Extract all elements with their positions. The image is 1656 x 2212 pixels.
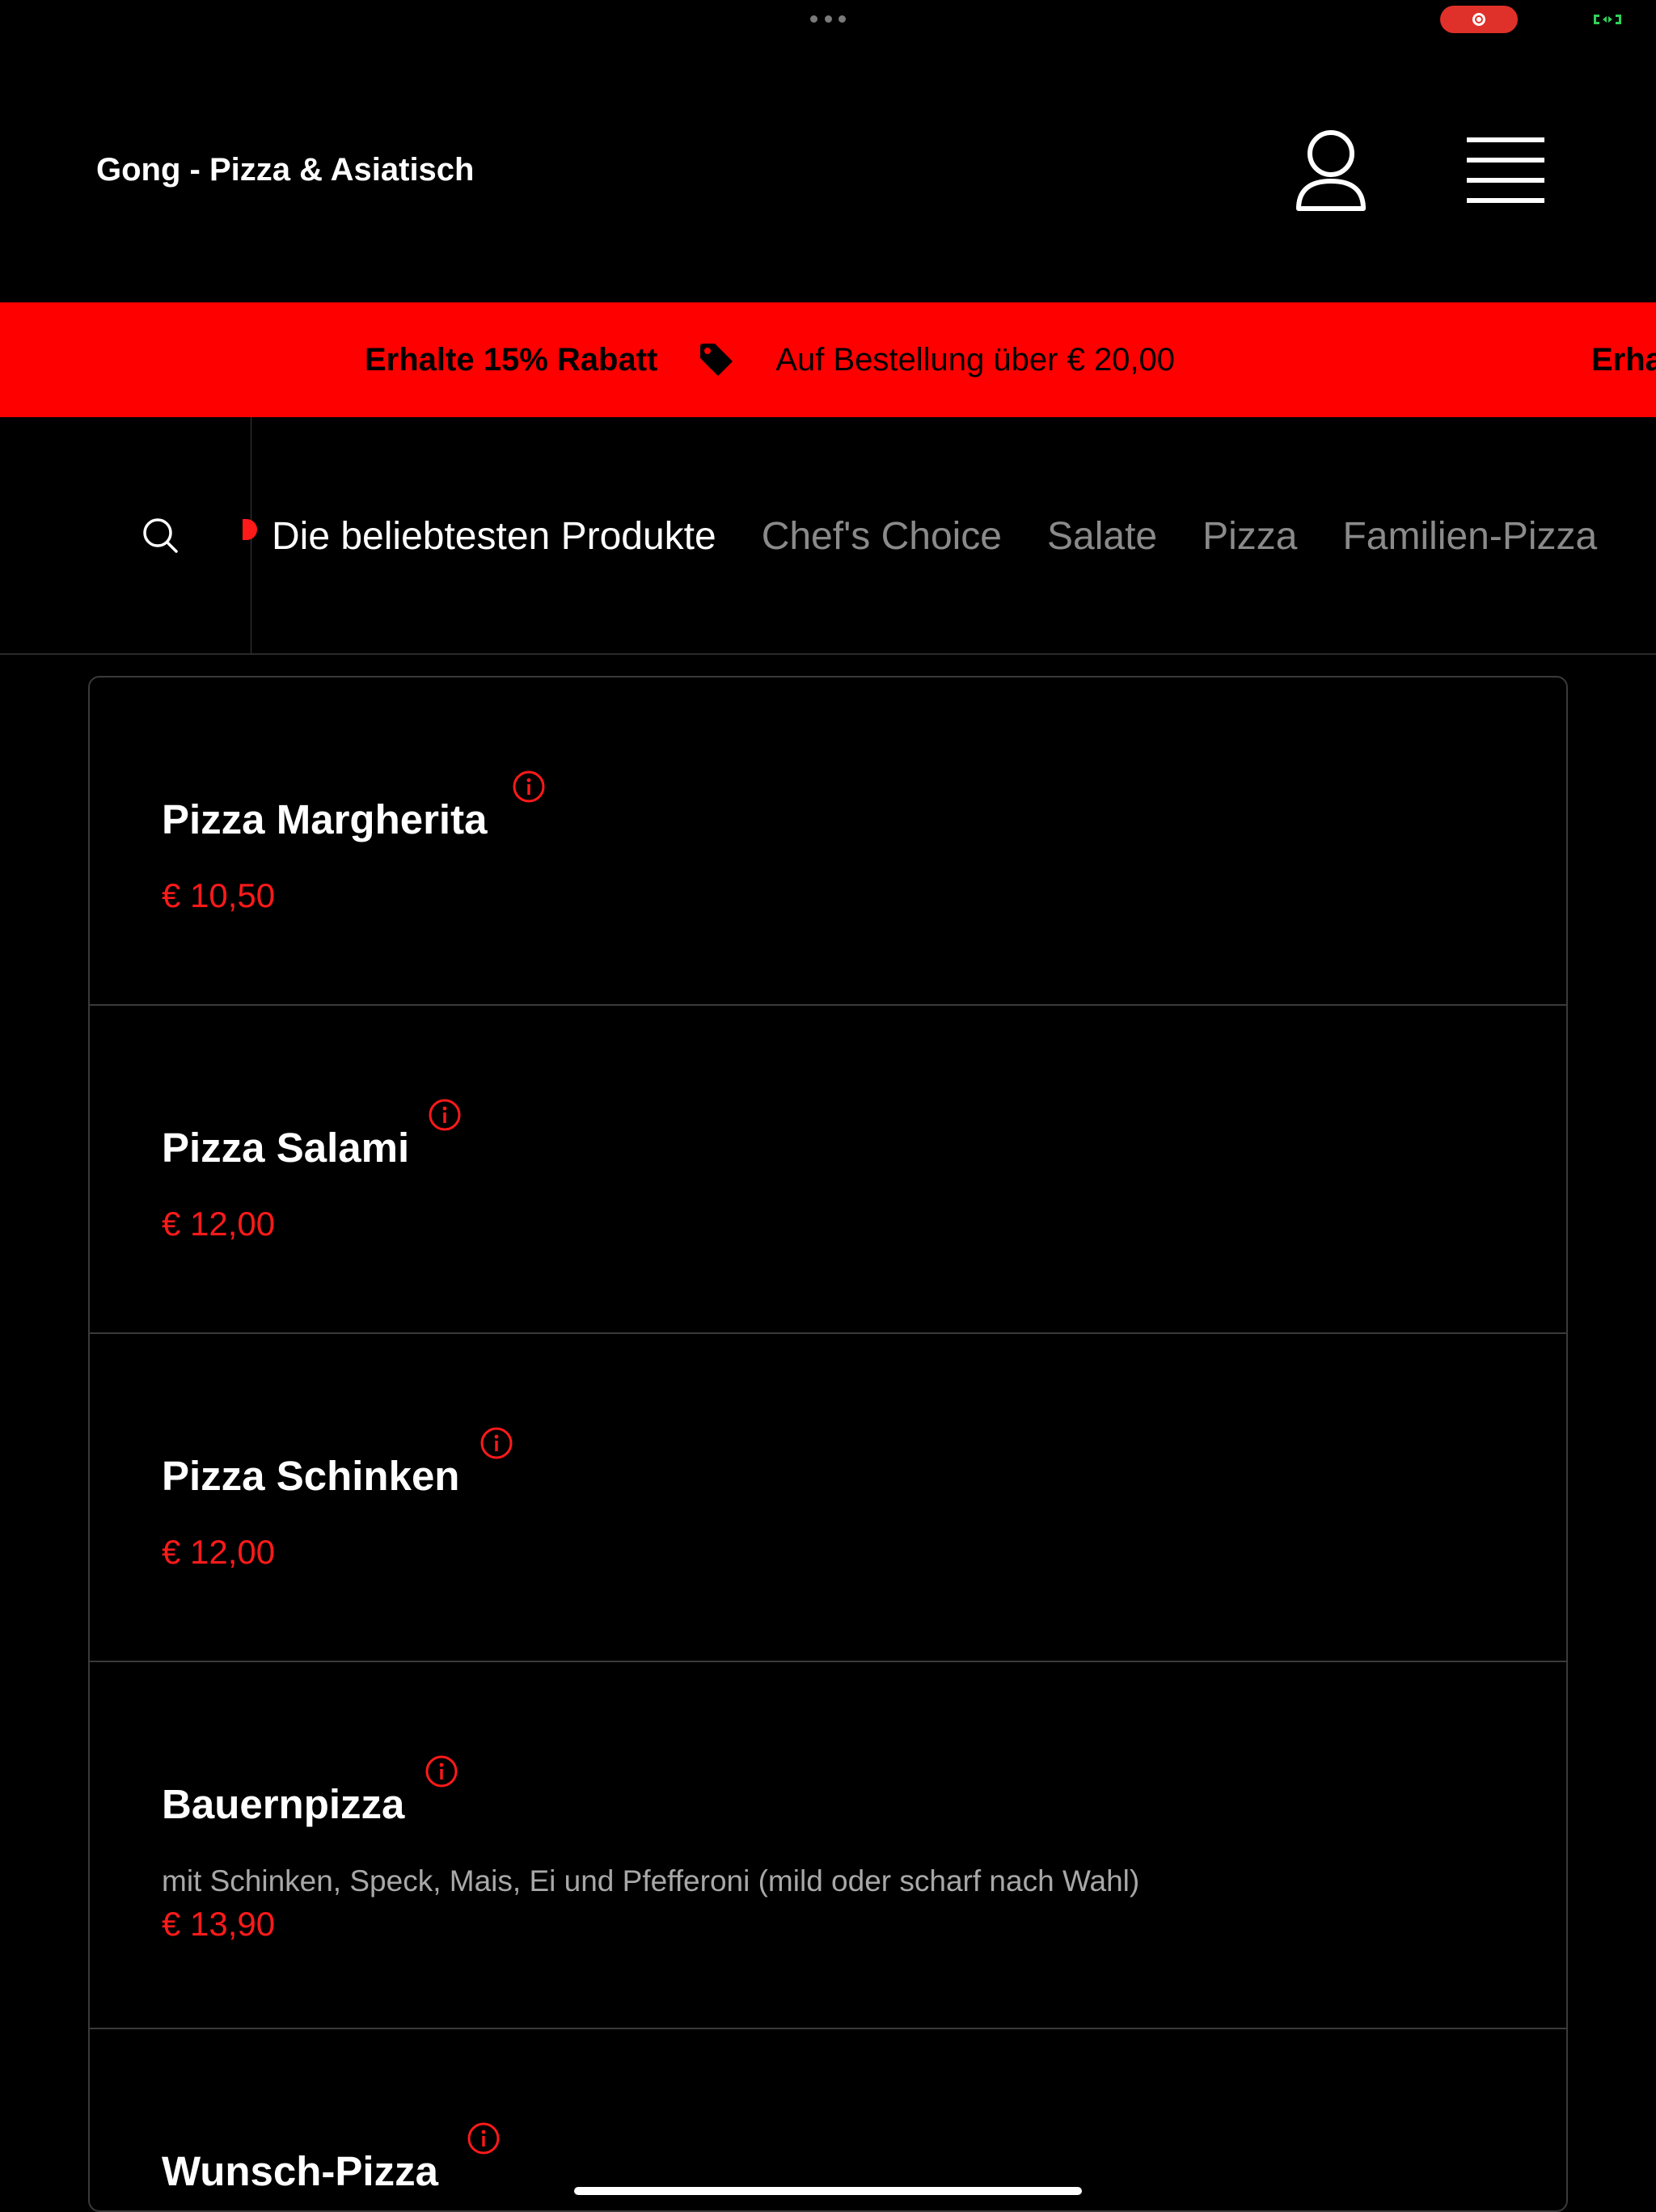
product-price: € 12,00 xyxy=(162,1533,276,1571)
category-tab[interactable]: Chef's Choice xyxy=(762,514,1002,559)
price-tag-icon xyxy=(700,344,733,376)
product-name: Pizza Schinken xyxy=(162,1453,460,1499)
info-icon[interactable] xyxy=(512,770,546,804)
promo-discount-text: Erhalte 15% Rabatt xyxy=(365,341,658,378)
product-name: Wunsch-Pizza xyxy=(162,2148,438,2194)
product-name: Bauernpizza xyxy=(162,1781,405,1827)
hamburger-menu-icon xyxy=(1467,137,1544,203)
home-indicator[interactable] xyxy=(574,2187,1082,2195)
promo-condition-text: Auf Bestellung über € 20,00 xyxy=(775,341,1176,378)
promo-discount-text-repeat: Erha xyxy=(1591,341,1656,378)
user-icon xyxy=(1296,130,1366,211)
product-price: € 13,90 xyxy=(162,1905,276,1943)
product-price: € 10,50 xyxy=(162,876,276,914)
product-name: Pizza Margherita xyxy=(162,796,488,842)
promo-message: Erhalte 15% Rabatt Auf Bestellung über €… xyxy=(365,302,1175,417)
promo-banner: Erhalte 15% Rabatt Auf Bestellung über €… xyxy=(0,302,1656,417)
product-description: mit Schinken, Speck, Mais, Ei und Pfeffe… xyxy=(162,1864,1140,1898)
info-icon[interactable] xyxy=(479,1426,513,1460)
info-icon[interactable] xyxy=(428,1098,462,1132)
product-item[interactable]: Pizza Schinken € 12,00 xyxy=(90,1334,1566,1662)
product-item[interactable]: Pizza Margherita € 10,50 xyxy=(90,678,1566,1006)
search-button[interactable] xyxy=(141,516,180,555)
search-icon xyxy=(143,518,178,553)
product-item[interactable]: Wunsch-Pizza xyxy=(90,2029,1566,2210)
category-tab[interactable]: Salate xyxy=(1047,514,1157,559)
info-icon[interactable] xyxy=(467,2121,501,2155)
product-name: Pizza Salami xyxy=(162,1125,410,1171)
account-button[interactable] xyxy=(1291,126,1371,215)
category-list: Die beliebtesten Produkte Chef's Choice Sa… xyxy=(272,417,1642,653)
category-tab[interactable]: Die beliebtesten Produkte xyxy=(272,514,716,559)
active-category-marker xyxy=(243,519,257,540)
category-tab[interactable]: Pizza xyxy=(1202,514,1297,559)
restaurant-name: Gong - Pizza & Asiatisch xyxy=(96,152,475,188)
menu-button[interactable] xyxy=(1465,136,1546,205)
app-header: Gong - Pizza & Asiatisch xyxy=(0,0,1656,302)
category-nav: Die beliebtesten Produkte Chef's Choice Sa… xyxy=(0,417,1656,655)
product-item[interactable]: Pizza Salami € 12,00 xyxy=(90,1006,1566,1334)
product-price: € 12,00 xyxy=(162,1205,276,1243)
info-icon[interactable] xyxy=(425,1754,458,1788)
product-list: Pizza Margherita € 10,50 Pizza Salami € 12,… xyxy=(88,676,1568,2212)
category-tab[interactable]: Familien-Pizza xyxy=(1342,514,1597,559)
product-item[interactable]: Bauernpizza mit Schinken, Speck, Mais, Ei… xyxy=(90,1662,1566,2029)
